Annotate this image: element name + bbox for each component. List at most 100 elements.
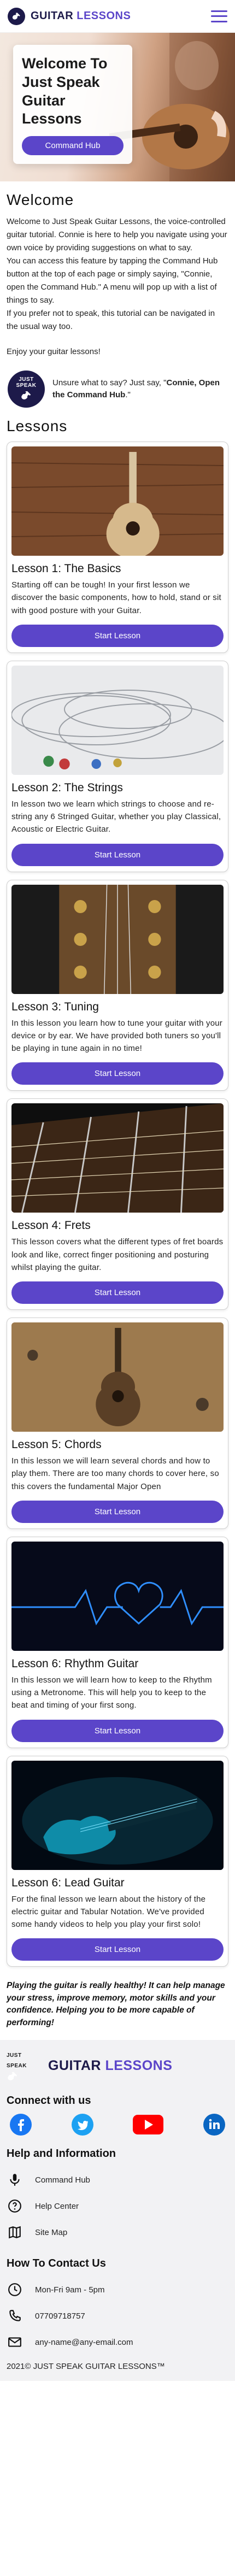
lesson-title: Lesson 3: Tuning: [11, 1000, 99, 1013]
opening-hours: Mon-Fri 9am - 5pm: [7, 2277, 228, 2303]
contact-heading: How To Contact Us: [7, 2257, 106, 2270]
lessons-heading: Lessons: [7, 417, 68, 434]
footer: JUST SPEAK GUITAR LESSONS Connect with u…: [0, 2040, 235, 2381]
wall-guitar-icon: [11, 1322, 224, 1432]
map-icon: [9, 2226, 21, 2239]
lesson-image: [11, 884, 224, 994]
lesson-description: In this lesson we will learn several cho…: [11, 1456, 219, 1491]
email-icon: [8, 2337, 21, 2347]
lesson-image: [11, 1760, 224, 1870]
lesson-card: Lesson 6: Rhythm Guitar In this lesson w…: [7, 1536, 228, 1748]
lesson-title: Lesson 5: Chords: [11, 1438, 102, 1451]
help-center-label: Help Center: [35, 2201, 79, 2211]
site-logo[interactable]: [8, 7, 25, 25]
hero-card: Welcome To Just Speak Guitar Lessons Com…: [13, 45, 132, 164]
guitar-icon: [21, 391, 31, 399]
command-hub-label: Command Hub: [35, 2175, 90, 2185]
just-speak-logo[interactable]: JUST SPEAK: [7, 2049, 40, 2083]
start-lesson-button[interactable]: Start Lesson: [11, 843, 224, 866]
top-navbar: GUITAR LESSONS: [0, 0, 235, 33]
help-center-link[interactable]: Help Center: [7, 2193, 228, 2219]
lessons-section: Lessons: [0, 417, 235, 435]
linkedin-icon[interactable]: [203, 2114, 225, 2136]
command-hub-link[interactable]: Command Hub: [7, 2167, 228, 2193]
logo-line-1: JUST: [7, 2052, 22, 2059]
logo-line-1: JUST: [19, 377, 34, 383]
lesson-description: This lesson covers what the different ty…: [11, 1237, 224, 1272]
clock-icon: [8, 2283, 21, 2297]
lesson-image: [11, 665, 224, 775]
facebook-icon[interactable]: [10, 2114, 32, 2136]
welcome-heading: Welcome: [7, 191, 74, 208]
closing-text: Playing the guitar is really healthy! It…: [7, 1981, 225, 2027]
lesson-card: Lesson 4: Frets This lesson covers what …: [7, 1098, 228, 1310]
strings-icon: [11, 665, 224, 775]
brand-main: GUITAR: [48, 2057, 101, 2073]
lesson-card: Lesson 5: Chords In this lesson we will …: [7, 1318, 228, 1529]
opening-hours-label: Mon-Fri 9am - 5pm: [35, 2285, 105, 2295]
twitter-icon[interactable]: [71, 2114, 93, 2136]
acoustic-guitar-icon: [11, 446, 224, 556]
guitar-icon: [8, 2072, 17, 2080]
lesson-title: Lesson 6: Rhythm Guitar: [11, 1657, 139, 1670]
lesson-image: [11, 1322, 224, 1432]
brand-accent: LESSONS: [105, 2057, 173, 2073]
welcome-section: Welcome Welcome to Just Speak Guitar Les…: [0, 191, 235, 408]
welcome-paragraph-4: Enjoy your guitar lessons!: [7, 347, 101, 356]
email-label: any-name@any-email.com: [35, 2337, 133, 2347]
menu-icon[interactable]: [211, 10, 227, 22]
logo-line-2: SPEAK: [16, 383, 37, 389]
footer-brand-title: GUITAR LESSONS: [48, 2058, 172, 2074]
heartbeat-icon: [11, 1541, 224, 1651]
logo-line-2: SPEAK: [7, 2063, 27, 2069]
lesson-image: [11, 1103, 224, 1213]
start-lesson-button[interactable]: Start Lesson: [11, 624, 224, 647]
hero-banner: Welcome To Just Speak Guitar Lessons Com…: [0, 33, 235, 181]
microphone-icon: [10, 2174, 20, 2186]
phone-label: 07709718757: [35, 2311, 85, 2321]
phone-link[interactable]: 07709718757: [7, 2303, 228, 2329]
email-link[interactable]: any-name@any-email.com: [7, 2329, 228, 2355]
start-lesson-button[interactable]: Start Lesson: [11, 1500, 224, 1523]
youtube-icon[interactable]: [133, 2114, 164, 2136]
phone-icon: [9, 2310, 21, 2321]
brand-title: GUITAR LESSONS: [31, 10, 131, 22]
lesson-card: Lesson 3: Tuning In this lesson you lear…: [7, 879, 228, 1091]
lesson-description: For the final lesson we learn about the …: [11, 1894, 206, 1930]
lesson-description: In this lesson we will learn how to keep…: [11, 1675, 212, 1710]
start-lesson-button[interactable]: Start Lesson: [11, 1062, 224, 1085]
lesson-image: [11, 446, 224, 556]
voice-tip-suffix: .": [125, 390, 131, 399]
brand-accent: LESSONS: [77, 10, 131, 22]
voice-tip-prefix: Unsure what to say? Just say, ": [52, 378, 167, 387]
lesson-title: Lesson 6: Lead Guitar: [11, 1876, 125, 1889]
site-map-link[interactable]: Site Map: [7, 2219, 228, 2245]
lesson-description: Starting off can be tough! In your first…: [11, 580, 221, 615]
welcome-paragraph-2: You can access this feature by tapping t…: [7, 256, 218, 305]
guitar-icon: [12, 12, 20, 20]
help-icon: [8, 2199, 21, 2213]
electric-guitar-icon: [11, 1760, 224, 1870]
voice-tip: JUST SPEAK Unsure what to say? Just say,…: [7, 370, 228, 408]
connect-heading: Connect with us: [7, 2095, 91, 2107]
site-map-label: Site Map: [35, 2227, 68, 2237]
welcome-paragraph-1: Welcome to Just Speak Guitar Lessons, th…: [7, 217, 227, 252]
welcome-paragraph-3: If you prefer not to speak, this tutoria…: [7, 309, 215, 331]
lesson-image: [11, 1541, 224, 1651]
lesson-card: Lesson 6: Lead Guitar For the final less…: [7, 1755, 228, 1967]
start-lesson-button[interactable]: Start Lesson: [11, 1719, 224, 1742]
brand-main: GUITAR: [31, 10, 74, 22]
fretboard-icon: [11, 1103, 224, 1213]
help-heading: Help and Information: [7, 2148, 116, 2160]
start-lesson-button[interactable]: Start Lesson: [11, 1281, 224, 1304]
hero-title: Welcome To Just Speak Guitar Lessons: [22, 55, 108, 127]
lesson-title: Lesson 2: The Strings: [11, 781, 123, 794]
lesson-title: Lesson 1: The Basics: [11, 562, 121, 575]
lesson-description: In lesson two we learn which strings to …: [11, 799, 221, 834]
start-lesson-button[interactable]: Start Lesson: [11, 1938, 224, 1961]
command-hub-button[interactable]: Command Hub: [22, 136, 124, 155]
just-speak-logo: JUST SPEAK: [8, 370, 45, 408]
lesson-card: Lesson 1: The Basics Starting off can be…: [7, 442, 228, 653]
footer-brand: JUST SPEAK GUITAR LESSONS: [7, 2049, 228, 2083]
lesson-title: Lesson 4: Frets: [11, 1219, 91, 1232]
